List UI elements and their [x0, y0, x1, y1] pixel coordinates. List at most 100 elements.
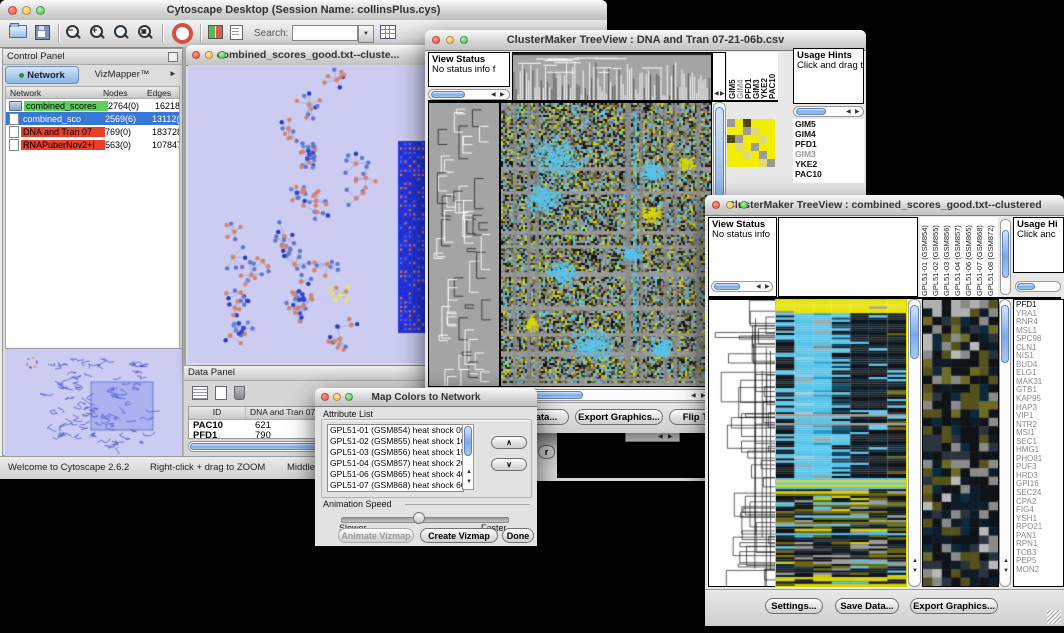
close-button[interactable]	[8, 6, 17, 15]
resize-grip[interactable]	[1047, 610, 1061, 624]
scrollbar-thumb[interactable]	[714, 283, 740, 290]
close-button[interactable]	[712, 201, 720, 209]
matrix-cell[interactable]	[735, 135, 743, 143]
scrollbar-thumb[interactable]	[910, 305, 919, 359]
delete-attribute-icon[interactable]	[234, 386, 245, 400]
matrix-cell[interactable]	[743, 119, 751, 127]
search-input[interactable]	[292, 25, 358, 41]
network-overview[interactable]	[5, 349, 180, 454]
matrix-cell[interactable]	[727, 159, 735, 167]
dna-column-dendrogram[interactable]	[513, 53, 711, 100]
minimize-button[interactable]	[22, 6, 31, 15]
create-vizmap-button[interactable]: Create Vizmap	[420, 528, 498, 543]
move-down-button[interactable]: ∨	[491, 458, 527, 471]
dna-mini-scroll-strip[interactable]: ◀▶	[712, 52, 726, 101]
scrollbar-thumb[interactable]	[1001, 305, 1009, 363]
network-row[interactable]: RNAPuberNov2+I563(0)107847(0)	[6, 138, 179, 151]
matrix-cell[interactable]	[751, 127, 759, 135]
attribute-item[interactable]: GPL51-06 (GSM865) heat shock 40 min	[328, 469, 463, 480]
matrix-cell[interactable]	[735, 151, 743, 159]
summary-row-label[interactable]: GIM4	[793, 129, 864, 139]
attribute-list-vscrollbar[interactable]: ▲▼	[462, 424, 474, 490]
comb-status-hscrollbar[interactable]: ◀▶	[711, 281, 773, 292]
minimize-button[interactable]	[205, 51, 213, 59]
comb-row-dendrogram-pane[interactable]	[708, 299, 776, 587]
tab-overflow-arrow[interactable]: ►	[169, 69, 177, 78]
zoom-window-button[interactable]	[740, 201, 748, 209]
gene-label[interactable]: MON2	[1014, 566, 1063, 575]
col-header-nodes[interactable]: Nodes	[103, 88, 128, 98]
save-data-button[interactable]: Save Data...	[835, 598, 899, 614]
summary-row-label[interactable]: GIM5	[793, 119, 864, 129]
comb-collabel-vscrollbar[interactable]	[1000, 219, 1011, 295]
attribute-item[interactable]: GPL51-07 (GSM868) heat shock 60 min	[328, 480, 463, 491]
comb-heatmap-pane[interactable]	[775, 299, 907, 587]
attribute-item[interactable]: GPL51-04 (GSM857) heat shock 20 min	[328, 458, 463, 469]
dna-column-dendrogram-pane[interactable]	[512, 52, 712, 101]
network-row[interactable]: combined_sco2569(6)13112(15)	[6, 112, 179, 125]
matrix-cell[interactable]	[735, 127, 743, 135]
array-column-label[interactable]: GPL51-08 (GSM872)	[987, 220, 998, 296]
network-row[interactable]: DNA and Tran 07769(0)183728(0)	[6, 125, 179, 138]
matrix-cell[interactable]	[743, 135, 751, 143]
matrix-cell[interactable]	[759, 127, 767, 135]
attribute-list[interactable]: GPL51-01 (GSM854) heat shock 05 minGPL51…	[327, 424, 464, 492]
dna-summary-matrix[interactable]	[727, 119, 775, 167]
matrix-cell[interactable]	[727, 127, 735, 135]
matrix-cell[interactable]	[767, 127, 775, 135]
minimize-button[interactable]	[446, 36, 454, 44]
network-window-titlebar[interactable]: combined_scores_good.txt--cluste...	[186, 45, 430, 66]
zoom-window-button[interactable]	[345, 393, 353, 401]
matrix-cell[interactable]	[743, 159, 751, 167]
dp-col-id[interactable]: ID	[189, 407, 246, 419]
dna-heatmap-pane[interactable]	[500, 102, 712, 387]
network-canvas[interactable]	[188, 65, 428, 363]
help-ring-icon[interactable]	[172, 23, 193, 44]
dialog-titlebar[interactable]: Map Colors to Network	[315, 388, 537, 407]
cytoscape-titlebar[interactable]: Cytoscape Desktop (Session Name: collins…	[0, 0, 607, 21]
dna-status-hscrollbar[interactable]: ◀▶	[428, 89, 510, 100]
matrix-cell[interactable]	[735, 143, 743, 151]
node-editor-icon[interactable]	[208, 25, 223, 39]
fragment-button[interactable]: r	[538, 445, 555, 459]
animate-vizmap-button[interactable]: Animate Vizmap	[338, 528, 414, 543]
matrix-cell[interactable]	[751, 159, 759, 167]
done-button[interactable]: Done	[502, 528, 534, 543]
summary-row-label[interactable]: PAC10	[793, 169, 864, 179]
comb-row-dendrogram[interactable]	[709, 300, 775, 586]
move-up-button[interactable]: ∧	[491, 436, 527, 449]
open-file-icon[interactable]	[9, 25, 27, 38]
summary-column-label[interactable]: PAC10	[769, 53, 777, 99]
attribute-item[interactable]: GPL51-02 (GSM855) heat shock 10 min	[328, 436, 463, 447]
minimize-button[interactable]	[726, 201, 734, 209]
col-header-edges[interactable]: Edges	[147, 88, 171, 98]
comb-heatmap[interactable]	[776, 300, 906, 586]
comb-zoom-pane[interactable]	[922, 299, 999, 587]
scrollbar-thumb[interactable]	[431, 91, 465, 98]
treeview-combined-titlebar[interactable]: ClusterMaker TreeView : combined_scores_…	[705, 195, 1064, 216]
comb-column-dendrogram-pane[interactable]	[778, 217, 918, 297]
export-graphics-button[interactable]: Export Graphics...	[575, 409, 663, 425]
zoom-in-icon[interactable]: +	[90, 25, 103, 38]
matrix-cell[interactable]	[743, 127, 751, 135]
matrix-cell[interactable]	[735, 119, 743, 127]
matrix-cell[interactable]	[767, 119, 775, 127]
matrix-cell[interactable]	[759, 119, 767, 127]
annotation-icon[interactable]	[230, 25, 243, 40]
matrix-cell[interactable]	[727, 135, 735, 143]
new-attribute-icon[interactable]	[215, 386, 227, 400]
scrollbar-thumb[interactable]	[464, 426, 472, 456]
matrix-cell[interactable]	[751, 119, 759, 127]
summary-row-label[interactable]: GIM3	[793, 149, 864, 159]
col-header-network[interactable]: Network	[10, 88, 41, 98]
attribute-table-icon[interactable]	[192, 386, 208, 400]
matrix-cell[interactable]	[767, 135, 775, 143]
import-table-icon[interactable]	[380, 25, 396, 39]
scrollbar-thumb[interactable]	[1002, 230, 1009, 278]
export-graphics-button[interactable]: Export Graphics...	[910, 598, 998, 614]
search-dropdown-arrow[interactable]: ▼	[358, 25, 374, 43]
comb-column-dendrogram[interactable]	[779, 218, 917, 296]
matrix-cell[interactable]	[751, 143, 759, 151]
dna-row-dendrogram-pane[interactable]	[428, 102, 500, 387]
settings-button[interactable]: Settings...	[765, 598, 823, 614]
